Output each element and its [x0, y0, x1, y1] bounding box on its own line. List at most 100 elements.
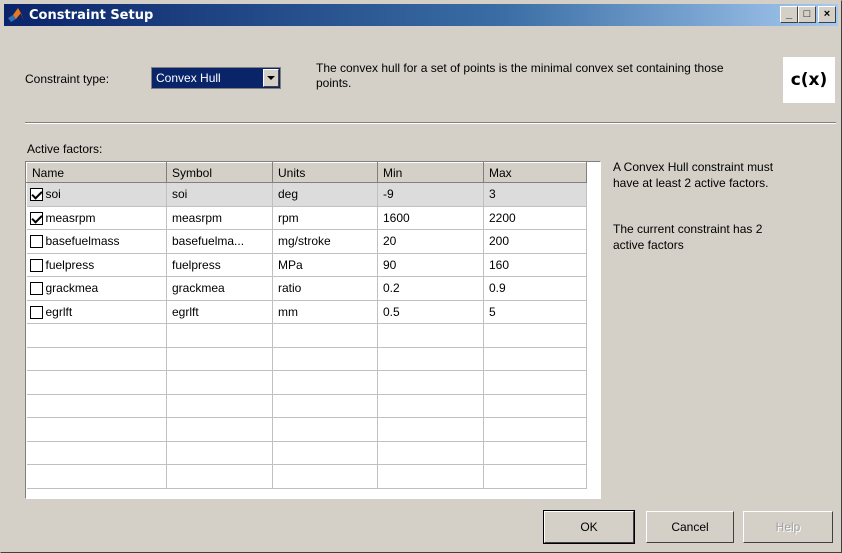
cell-name[interactable]: basefuelmass: [26, 229, 167, 254]
empty-cell: [166, 464, 273, 489]
requirement-line: have at least 2 active factors.: [613, 176, 769, 190]
empty-cell: [26, 394, 167, 418]
cell-units[interactable]: mm: [272, 300, 378, 324]
empty-cell: [483, 323, 587, 348]
cell-units[interactable]: rpm: [272, 206, 378, 230]
matlab-logo-icon: [8, 8, 24, 22]
column-header-units[interactable]: Units: [272, 162, 378, 183]
empty-cell: [166, 417, 273, 442]
cell-symbol[interactable]: fuelpress: [166, 253, 273, 277]
factor-name: fuelpress: [45, 257, 95, 272]
empty-cell: [483, 347, 587, 371]
factor-name: soi: [45, 187, 61, 202]
cell-symbol[interactable]: grackmea: [166, 276, 273, 301]
empty-cell: [377, 464, 484, 489]
empty-cell: [483, 417, 587, 442]
cell-max[interactable]: 200: [483, 229, 587, 254]
factor-name: basefuelmass: [45, 234, 120, 249]
column-header-min[interactable]: Min: [377, 162, 484, 183]
empty-cell: [26, 323, 167, 348]
empty-cell: [377, 370, 484, 395]
cell-units[interactable]: MPa: [272, 253, 378, 277]
factor-checkbox[interactable]: [29, 188, 43, 202]
dropdown-arrow-button[interactable]: [263, 69, 279, 87]
empty-cell: [377, 441, 484, 465]
constraint-type-select[interactable]: Convex Hull: [151, 67, 281, 89]
minimize-button[interactable]: _: [780, 6, 798, 23]
cell-min[interactable]: 0.5: [377, 300, 484, 324]
empty-cell: [377, 394, 484, 418]
cell-max[interactable]: 2200: [483, 206, 587, 230]
empty-row: [26, 323, 587, 348]
cell-units[interactable]: deg: [272, 182, 378, 207]
cell-units[interactable]: mg/stroke: [272, 229, 378, 254]
constraint-type-value: Convex Hull: [156, 71, 221, 85]
cell-max[interactable]: 3: [483, 182, 587, 207]
cell-units[interactable]: ratio: [272, 276, 378, 301]
empty-cell: [272, 394, 378, 418]
active-factors-label: Active factors:: [27, 142, 103, 156]
cell-min[interactable]: 20: [377, 229, 484, 254]
cell-symbol[interactable]: measrpm: [166, 206, 273, 230]
window-controls: _ □ ×: [780, 6, 836, 23]
cell-min[interactable]: 0.2: [377, 276, 484, 301]
empty-cell: [26, 370, 167, 395]
factor-checkbox[interactable]: [29, 282, 43, 296]
ok-button[interactable]: OK: [543, 510, 635, 544]
cell-max[interactable]: 0.9: [483, 276, 587, 301]
empty-cell: [483, 394, 587, 418]
table-row[interactable]: egrlft egrlft mm 0.5 5: [26, 300, 587, 324]
column-header-max[interactable]: Max: [483, 162, 587, 183]
cell-min[interactable]: -9: [377, 182, 484, 207]
factor-checkbox[interactable]: [29, 305, 43, 319]
help-button-label: Help: [775, 520, 801, 534]
cell-min[interactable]: 1600: [377, 206, 484, 230]
ok-button-label: OK: [580, 520, 598, 534]
table-row[interactable]: fuelpress fuelpress MPa 90 160: [26, 253, 587, 277]
title-bar[interactable]: Constraint Setup _ □ ×: [4, 4, 838, 26]
table-row[interactable]: soi soi deg -9 3: [26, 182, 587, 207]
cell-max[interactable]: 5: [483, 300, 587, 324]
empty-row: [26, 417, 587, 442]
empty-cell: [166, 370, 273, 395]
table-row[interactable]: measrpm measrpm rpm 1600 2200: [26, 206, 587, 230]
help-button[interactable]: Help: [743, 511, 833, 543]
cell-max[interactable]: 160: [483, 253, 587, 277]
empty-row: [26, 441, 587, 465]
empty-cell: [272, 441, 378, 465]
empty-row: [26, 370, 587, 395]
cell-name[interactable]: egrlft: [26, 300, 167, 324]
close-icon: ×: [823, 8, 831, 20]
empty-cell: [166, 347, 273, 371]
close-button[interactable]: ×: [818, 6, 836, 23]
cell-name[interactable]: soi: [26, 182, 167, 207]
maximize-button[interactable]: □: [798, 6, 816, 23]
empty-cell: [26, 441, 167, 465]
column-header-symbol[interactable]: Symbol: [166, 162, 273, 183]
factor-checkbox[interactable]: [29, 211, 43, 225]
table-row[interactable]: basefuelmass basefuelma... mg/stroke 20 200: [26, 229, 587, 254]
factors-table[interactable]: Name Symbol Units Min Max soi soi deg -9 3 me…: [25, 161, 601, 499]
column-header-name[interactable]: Name: [26, 162, 167, 183]
cancel-button[interactable]: Cancel: [646, 511, 734, 543]
cell-name[interactable]: fuelpress: [26, 253, 167, 277]
cell-symbol[interactable]: basefuelma...: [166, 229, 273, 254]
factor-name: grackmea: [45, 281, 99, 296]
empty-row: [26, 347, 587, 371]
constraint-description: The convex hull for a set of points is t…: [316, 61, 724, 90]
cell-symbol[interactable]: soi: [166, 182, 273, 207]
factor-checkbox[interactable]: [29, 235, 43, 249]
cell-symbol[interactable]: egrlft: [166, 300, 273, 324]
constraint-type-label: Constraint type:: [25, 72, 110, 86]
constraint-symbol: c(x): [783, 57, 835, 103]
empty-cell: [272, 417, 378, 442]
empty-cell: [166, 323, 273, 348]
factor-name: egrlft: [45, 304, 73, 319]
cell-name[interactable]: grackmea: [26, 276, 167, 301]
factor-checkbox[interactable]: [29, 258, 43, 272]
empty-cell: [483, 464, 587, 489]
cell-min[interactable]: 90: [377, 253, 484, 277]
window-title: Constraint Setup: [29, 7, 154, 23]
cell-name[interactable]: measrpm: [26, 206, 167, 230]
table-row[interactable]: grackmea grackmea ratio 0.2 0.9: [26, 276, 587, 301]
